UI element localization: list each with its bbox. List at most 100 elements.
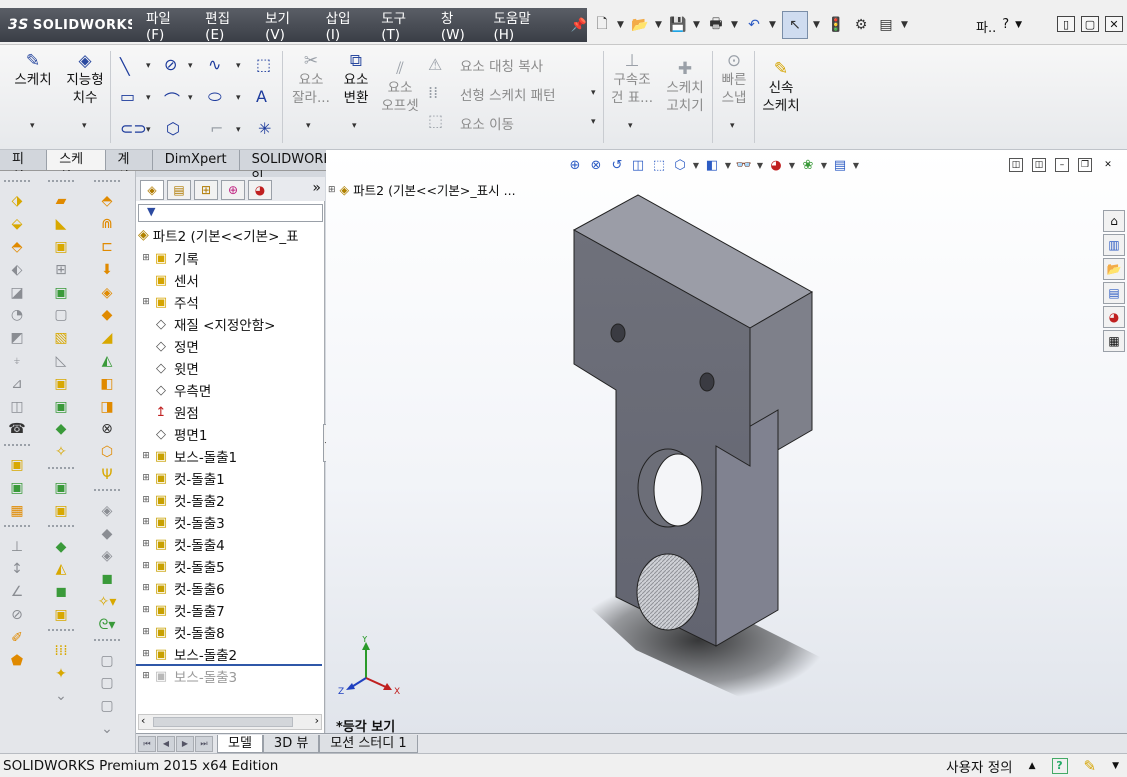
tree-item[interactable]: ⊞ ▣ 컷-돌출2 xyxy=(140,489,323,511)
text-icon[interactable]: A xyxy=(256,87,267,106)
loft-icon[interactable]: ⬖ xyxy=(0,258,34,281)
mass-properties-icon[interactable]: ⬟ xyxy=(0,649,34,672)
chevron-down-icon[interactable]: ▼ xyxy=(788,156,796,174)
swept-boss-icon[interactable]: ⬘ xyxy=(0,236,34,259)
slot-icon[interactable]: ⊂⊃ xyxy=(120,119,147,138)
menu-tools[interactable]: 도구(T) xyxy=(381,7,423,43)
split-vertical-icon[interactable]: ◫ xyxy=(1032,158,1046,172)
menu-help[interactable]: 도움말(H) xyxy=(494,7,549,43)
toolbar-grip[interactable] xyxy=(4,443,30,450)
point-icon[interactable]: ✳ xyxy=(258,119,271,138)
file-properties-icon[interactable]: ▤ xyxy=(876,15,896,35)
menu-edit[interactable]: 편집(E) xyxy=(205,7,247,43)
tree-item[interactable]: ◇ 우측면 xyxy=(140,379,323,401)
chevron-down-icon[interactable]: ▾ xyxy=(236,61,241,71)
view-orientation-icon[interactable]: ⬡ xyxy=(671,156,689,174)
scroll-left-icon[interactable]: ‹ xyxy=(141,714,145,727)
insert-bends-icon[interactable]: Ψ xyxy=(90,464,124,487)
close-window-icon[interactable]: ✕ xyxy=(1105,16,1123,32)
tree-item[interactable]: ◇ 윗면 xyxy=(140,357,323,379)
expand-icon[interactable]: ⊞ xyxy=(140,253,152,263)
sheet-base-flange-icon[interactable]: ⬘ xyxy=(90,190,124,213)
edge-flange-icon[interactable]: ⋒ xyxy=(90,213,124,236)
hole-wizard-icon[interactable]: ▣ xyxy=(0,454,34,477)
tree-item[interactable]: ⊞ ▣ 컷-돌출3 xyxy=(140,511,323,533)
instant3d-icon[interactable]: ▢ xyxy=(44,304,78,327)
tree-item[interactable]: ⊞ ▣ 컷-돌출7 xyxy=(140,599,323,621)
unfold-icon[interactable]: ◭ xyxy=(90,350,124,373)
traffic-light-icon[interactable]: 🚦 xyxy=(826,15,846,35)
tree-item[interactable]: ⊞ ▣ 컷-돌출5 xyxy=(140,555,323,577)
view-settings-icon[interactable]: ▤ xyxy=(831,156,849,174)
menu-window[interactable]: 창(W) xyxy=(441,7,476,43)
tab-sketch[interactable]: 스케치 xyxy=(47,150,106,185)
tab-evaluate[interactable]: 계산 xyxy=(105,150,153,185)
no-bends-icon[interactable]: ⊗ xyxy=(90,418,124,441)
horizontal-scrollbar[interactable]: ‹ › xyxy=(138,714,322,730)
grid-feature-icon[interactable]: ▦ xyxy=(0,499,34,522)
tree-item[interactable]: ◇ 정면 xyxy=(140,335,323,357)
linear-pattern-icon[interactable]: ⁞⁞ xyxy=(428,83,438,102)
custom-properties-icon[interactable]: ▦ xyxy=(1103,330,1125,352)
undo-icon[interactable]: ↶ xyxy=(744,15,764,35)
toolbar-grip[interactable] xyxy=(4,180,30,186)
rectangle-icon[interactable]: ▭ xyxy=(120,87,135,106)
tree-item[interactable]: ⊞ ▣ 컷-돌출8 xyxy=(140,621,323,643)
linear-pattern-label[interactable]: 선형 스케치 패턴 xyxy=(460,84,556,104)
previous-tab-icon[interactable]: ◀ xyxy=(157,735,175,752)
tab-features[interactable]: 피처 xyxy=(0,150,48,185)
expand-icon[interactable]: ⊞ xyxy=(140,583,152,593)
block-icon[interactable]: ▣ xyxy=(44,236,78,259)
draft-icon[interactable]: ⊿ xyxy=(0,372,34,395)
weld-icon-4[interactable]: ◼ xyxy=(90,568,124,591)
shape-icon[interactable]: ◆ xyxy=(44,535,78,558)
weldment-icon[interactable]: ▣ xyxy=(44,372,78,395)
helix-icon[interactable]: ᘓ▾ xyxy=(90,613,124,636)
next-tab-icon[interactable]: ▶ xyxy=(176,735,194,752)
tile-window-icon[interactable]: ▯ xyxy=(1057,16,1075,32)
extruded-boss-icon[interactable]: ⬗ xyxy=(0,190,34,213)
new-document-icon[interactable]: 🗋 xyxy=(592,15,612,35)
toolbar-grip[interactable] xyxy=(4,525,30,531)
chevron-down-icon[interactable]: ▼ xyxy=(655,20,663,30)
repair-sketch-button[interactable]: ✚ 스케치 고치기 xyxy=(662,59,708,115)
select-arrow-icon[interactable]: ↖ xyxy=(782,11,808,39)
mirror-entities-label[interactable]: 요소 대칭 복사 xyxy=(460,55,543,75)
first-tab-icon[interactable]: ⏮ xyxy=(138,735,156,752)
angle-icon[interactable]: ∠ xyxy=(0,581,34,604)
intersect-icon[interactable]: ▣ xyxy=(0,477,34,500)
expand-icon[interactable]: ⊞ xyxy=(140,627,152,637)
chevron-double-down-icon[interactable]: ⌄ xyxy=(44,685,78,708)
circle-icon[interactable]: ⊘ xyxy=(164,55,177,74)
dimension-icon[interactable]: ⊥ xyxy=(0,535,34,558)
chevron-down-icon[interactable]: ▼ xyxy=(820,156,828,174)
weld-icon-2[interactable]: ◆ xyxy=(90,522,124,545)
hem-icon[interactable]: ⬇ xyxy=(90,258,124,281)
expand-icon[interactable]: ⊞ xyxy=(140,517,152,527)
last-tab-icon[interactable]: ⏭ xyxy=(195,735,213,752)
chevron-down-icon[interactable]: ▾ xyxy=(730,121,735,131)
chevron-down-icon[interactable]: ▾ xyxy=(591,88,596,98)
toolbar-grip[interactable] xyxy=(48,629,74,635)
quick-snaps-button[interactable]: ⊙ 빠른 스냅 xyxy=(714,51,754,107)
expand-icon[interactable]: ⊞ xyxy=(140,473,152,483)
tree-item[interactable]: ⊞ ▣ 보스-돌출2 xyxy=(140,643,323,665)
help-question-icon[interactable]: ? xyxy=(1002,17,1009,36)
move-entities-label[interactable]: 요소 이동 xyxy=(460,113,514,133)
menu-file[interactable]: 파일(F) xyxy=(146,7,187,43)
disabled-icon[interactable]: ⊘ xyxy=(0,604,34,627)
chevron-down-icon[interactable]: ▾ xyxy=(236,125,241,135)
smart-dim-icon[interactable]: ◣ xyxy=(44,213,78,236)
box-icon-3[interactable]: ▢ xyxy=(90,695,124,718)
spline-tools-icon[interactable]: ▣ xyxy=(44,499,78,522)
evaluate-icon[interactable]: ▣ xyxy=(44,604,78,627)
design-library-icon[interactable]: ▥ xyxy=(1103,234,1125,256)
scroll-thumb[interactable] xyxy=(153,717,293,727)
hide-show-items-icon[interactable]: 👓 xyxy=(735,156,753,174)
expand-icon[interactable]: ⊞ xyxy=(328,185,336,195)
chevron-down-icon[interactable]: ▼ xyxy=(769,20,777,30)
toolbar-grip[interactable] xyxy=(94,180,120,186)
close-icon[interactable]: ✕ xyxy=(1101,158,1115,172)
search-commands-label[interactable]: 파.. xyxy=(976,17,996,36)
zoom-to-area-icon[interactable]: ⊗ xyxy=(587,156,605,174)
